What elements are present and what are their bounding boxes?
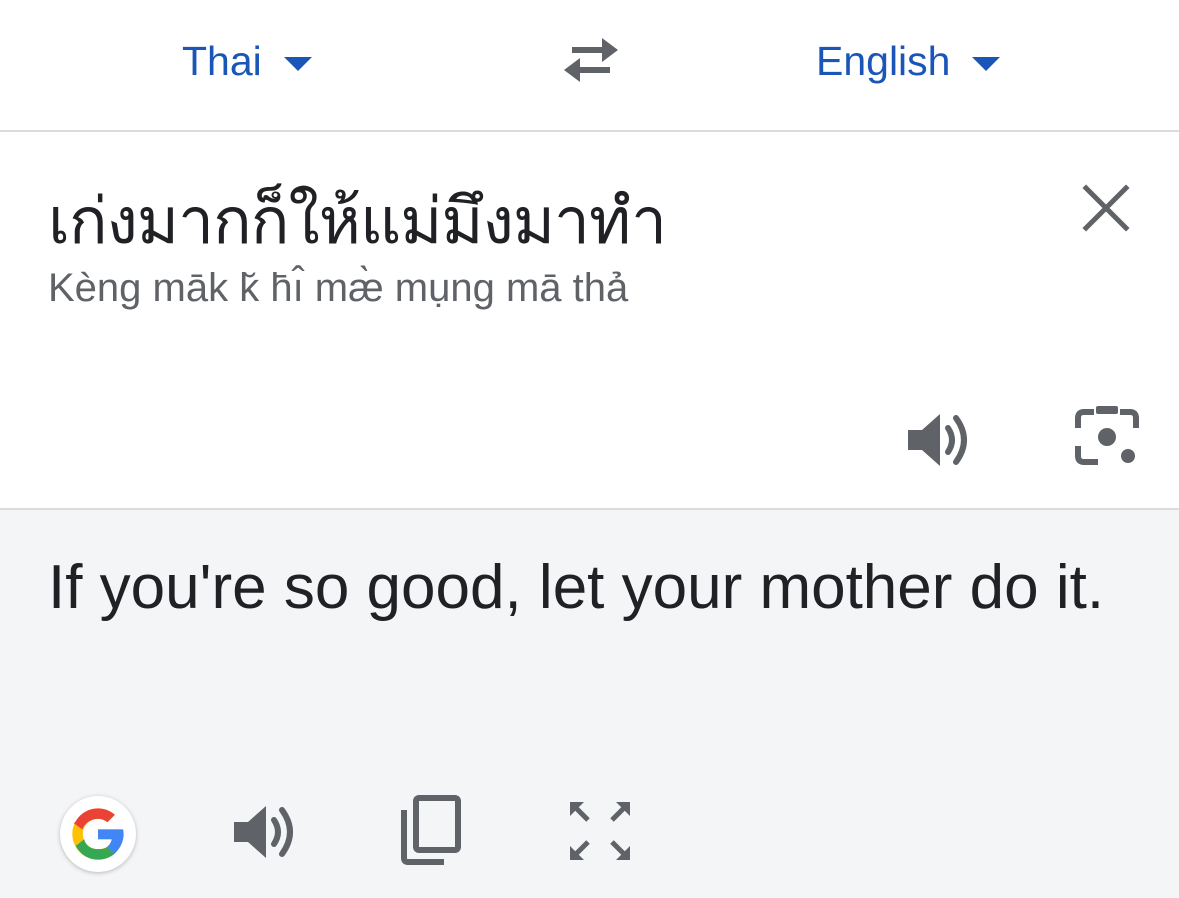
- fullscreen-button[interactable]: [566, 798, 634, 864]
- translation-text: If you're so good, let your mother do it…: [48, 553, 1105, 622]
- translate-app: Thai English เก่งมากก็ให้แม่มึงมาทำ Kèng…: [0, 0, 1179, 898]
- copy-icon: [401, 795, 461, 865]
- source-panel: เก่งมากก็ให้แม่มึงมาทำ Kèng māk k̆ h̄ı̂ …: [0, 132, 1179, 510]
- target-language-label: English: [816, 37, 951, 84]
- copy-button[interactable]: [398, 794, 464, 866]
- translation-panel: If you're so good, let your mother do it…: [0, 510, 1179, 898]
- source-language-button[interactable]: Thai: [182, 36, 312, 86]
- chevron-down-icon: [972, 57, 1001, 71]
- source-language-label: Thai: [182, 37, 262, 84]
- google-logo-icon: [72, 808, 124, 860]
- language-bar: Thai English: [0, 0, 1179, 132]
- source-listen-button[interactable]: [904, 408, 974, 472]
- target-language-button[interactable]: English: [816, 36, 1001, 86]
- swap-arrows-icon: [564, 38, 618, 82]
- clear-text-button[interactable]: [1078, 180, 1134, 236]
- camera-icon: [1075, 406, 1139, 465]
- close-icon: [1082, 184, 1130, 232]
- google-button[interactable]: [60, 796, 136, 872]
- speaker-icon: [908, 414, 967, 466]
- speaker-icon: [234, 806, 293, 858]
- chevron-down-icon: [283, 57, 312, 71]
- camera-button[interactable]: [1072, 404, 1142, 472]
- source-text[interactable]: เก่งมากก็ให้แม่มึงมาทำ: [48, 170, 667, 272]
- swap-languages-button[interactable]: [558, 34, 624, 86]
- translation-listen-button[interactable]: [230, 800, 300, 864]
- transliteration-text: Kèng māk k̆ h̄ı̂ mæ̀ mụng mā thả: [48, 266, 629, 310]
- fullscreen-icon: [570, 802, 630, 860]
